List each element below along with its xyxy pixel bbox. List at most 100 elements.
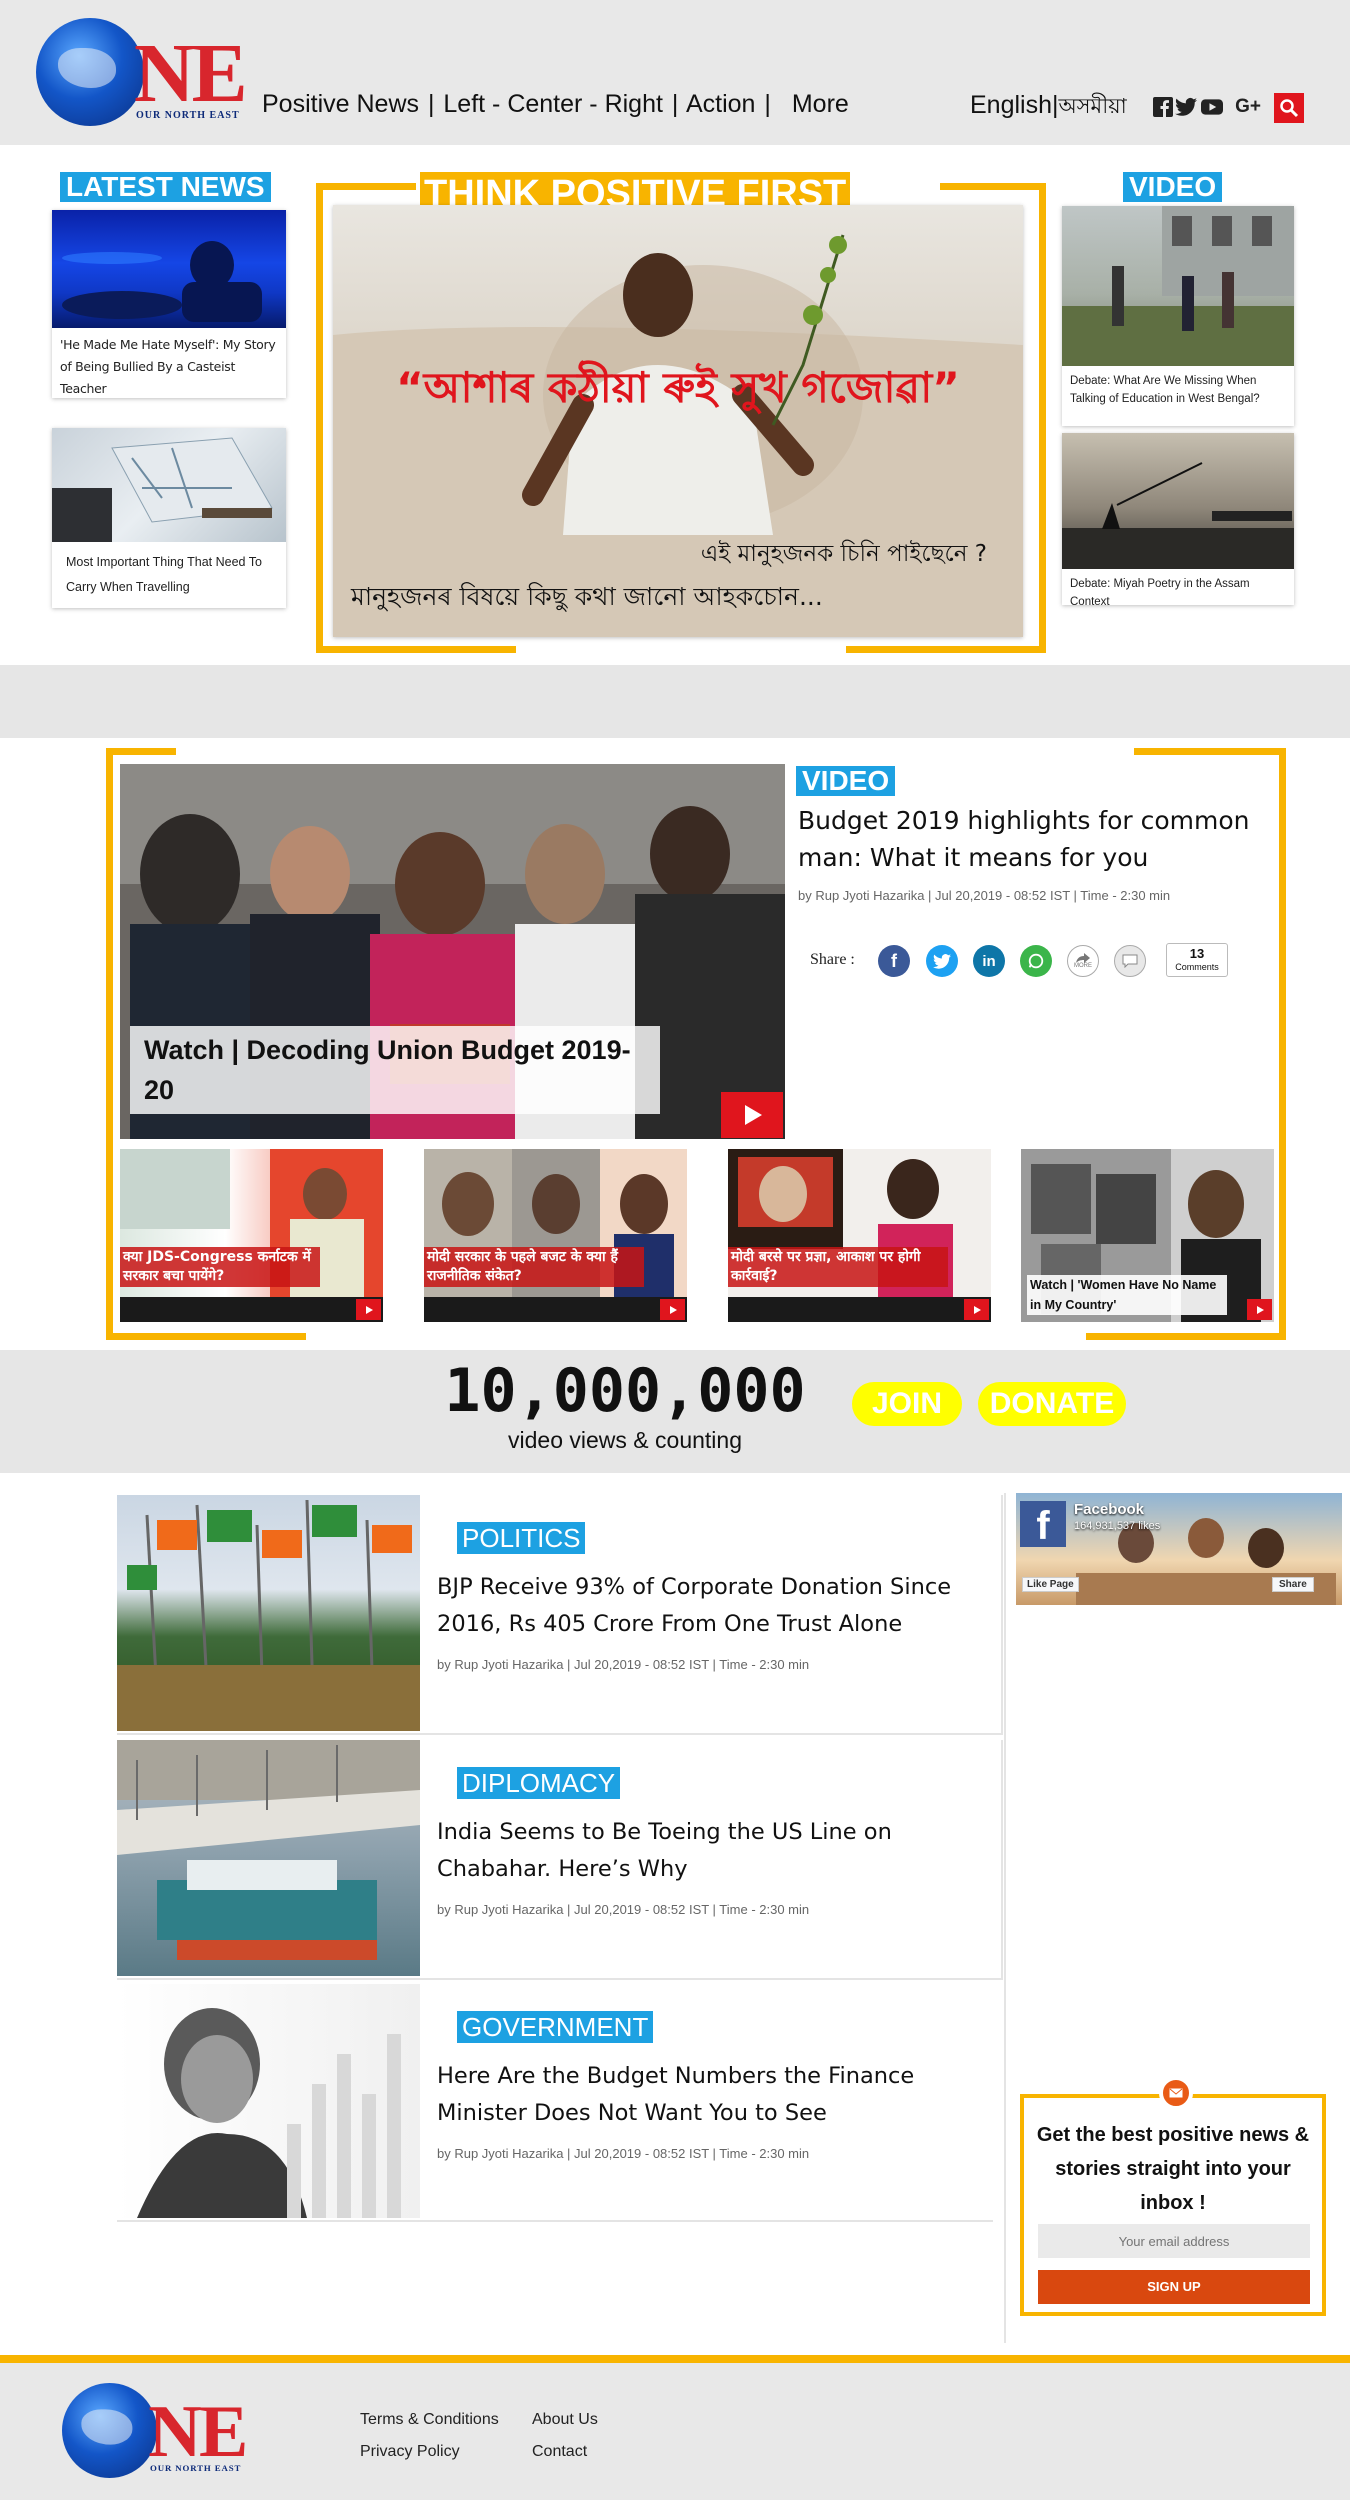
hero-quote: “আশাৰ কঠীয়া ৰুই সুখ গজোৱা” — [396, 363, 960, 412]
video-thumb[interactable]: Watch | 'Women Have No Name in My Countr… — [1021, 1149, 1274, 1322]
video-thumb-caption: मोदी सरकार के पहले बजट के क्या हैं राजनी… — [424, 1247, 644, 1287]
comment-icon[interactable] — [1114, 945, 1146, 977]
share-twitter-icon[interactable] — [926, 945, 958, 977]
article-card[interactable]: GOVERNMENT Here Are the Budget Numbers t… — [117, 1984, 993, 2222]
feature-video-caption: Watch | Decoding Union Budget 2019-20 — [130, 1026, 660, 1114]
article-meta: by Rup Jyoti Hazarika | Jul 20,2019 - 08… — [437, 1657, 810, 1672]
site-logo[interactable]: NE OUR NORTH EAST — [36, 18, 248, 126]
footer-logo[interactable]: NE OUR NORTH EAST — [62, 2383, 248, 2479]
footer-link-about[interactable]: About Us — [532, 2411, 598, 2429]
globe-logo-icon — [36, 18, 144, 126]
mail-icon — [1159, 2076, 1193, 2110]
divider-band — [0, 665, 1350, 738]
article-meta: by Rup Jyoti Hazarika | Jul 20,2019 - 08… — [437, 1902, 810, 1917]
video-side-title[interactable]: Debate: Miyah Poetry in the Assam Contex… — [1070, 575, 1290, 611]
play-icon[interactable] — [1247, 1299, 1272, 1320]
facebook-icon[interactable] — [1152, 96, 1174, 118]
video-thumb-caption: Watch | 'Women Have No Name in My Countr… — [1027, 1275, 1227, 1315]
latest-item-image — [52, 428, 286, 542]
article-title[interactable]: Here Are the Budget Numbers the Finance … — [437, 2058, 987, 2132]
footer: NE OUR NORTH EAST Terms & Conditions Abo… — [0, 2355, 1350, 2500]
share-more-label: MORE — [1074, 963, 1092, 969]
feature-frame — [1134, 748, 1286, 755]
google-plus-icon[interactable]: G+ — [1231, 96, 1265, 118]
article-card[interactable]: POLITICS BJP Receive 93% of Corporate Do… — [117, 1495, 1003, 1735]
latest-item-image — [52, 210, 286, 328]
facebook-widget[interactable]: f Facebook 164,931,537 likes Like Page S… — [1016, 1493, 1342, 1605]
share-whatsapp-icon[interactable] — [1020, 945, 1052, 977]
feature-meta: by Rup Jyoti Hazarika | Jul 20,2019 - 08… — [798, 888, 1171, 903]
hero-frame — [316, 183, 323, 653]
logo-tagline: OUR NORTH EAST — [136, 110, 240, 121]
fb-page-name[interactable]: Facebook — [1074, 1501, 1144, 1518]
footer-link-terms[interactable]: Terms & Conditions — [360, 2411, 499, 2429]
lang-assamese[interactable]: অসমীয়া — [1059, 95, 1127, 118]
play-button[interactable] — [721, 1092, 783, 1138]
play-icon[interactable] — [356, 1299, 381, 1320]
article-category[interactable]: GOVERNMENT — [457, 2011, 654, 2043]
video-side-item[interactable]: Debate: What Are We Missing When Talking… — [1062, 206, 1294, 426]
hero-line3: মানুহজনৰ বিষয়ে কিছু কথা জানো আহকচোন... — [351, 582, 823, 611]
twitter-icon[interactable] — [1175, 96, 1197, 118]
thumb-bar — [120, 1297, 383, 1322]
lang-english[interactable]: English — [970, 91, 1052, 119]
nav-action[interactable]: Action — [686, 90, 755, 118]
newsletter-box: Get the best positive news & stories str… — [1020, 2076, 1326, 2316]
facebook-icon: f — [1020, 1501, 1066, 1548]
views-caption: video views & counting — [508, 1427, 742, 1453]
main-nav: Positive News | Left - Center - Right | … — [262, 90, 851, 119]
share-label: Share : — [810, 951, 855, 968]
video-side-label: VIDEO — [1123, 172, 1223, 202]
play-icon[interactable] — [660, 1299, 685, 1320]
nav-more[interactable]: More — [792, 90, 849, 118]
article-title[interactable]: BJP Receive 93% of Corporate Donation Si… — [437, 1569, 987, 1643]
donate-button[interactable]: DONATE — [978, 1382, 1126, 1426]
views-counter: 10,000,000 — [444, 1356, 806, 1426]
thumb-bar — [728, 1297, 991, 1322]
latest-item-title[interactable]: 'He Made Me Hate Myself': My Story of Be… — [60, 334, 280, 400]
latest-item[interactable]: 'He Made Me Hate Myself': My Story of Be… — [52, 210, 286, 398]
youtube-icon[interactable] — [1201, 96, 1223, 118]
video-thumb[interactable]: मोदी बरसे पर प्रज्ञा, आकाश पर होगी कार्र… — [728, 1149, 991, 1322]
feature-frame — [1279, 748, 1286, 1340]
sidebar-divider — [1004, 1493, 1006, 2343]
latest-item[interactable]: Most Important Thing That Need To Carry … — [52, 428, 286, 608]
footer-link-contact[interactable]: Contact — [532, 2443, 587, 2461]
latest-item-title[interactable]: Most Important Thing That Need To Carry … — [66, 550, 280, 600]
article-category[interactable]: POLITICS — [457, 1522, 586, 1554]
nav-separator: | — [427, 90, 435, 118]
feature-title[interactable]: Budget 2019 highlights for common man: W… — [798, 802, 1278, 876]
video-side-item[interactable]: Debate: Miyah Poetry in the Assam Contex… — [1062, 433, 1294, 608]
article-image — [117, 1984, 420, 2218]
hero-frame — [940, 183, 1046, 190]
hero-frame — [316, 183, 416, 190]
nav-positive-news[interactable]: Positive News — [262, 90, 419, 118]
article-card[interactable]: DIPLOMACY India Seems to Be Toeing the U… — [117, 1740, 1003, 1980]
search-button[interactable] — [1274, 93, 1304, 123]
play-icon[interactable] — [964, 1299, 989, 1320]
article-meta: by Rup Jyoti Hazarika | Jul 20,2019 - 08… — [437, 2146, 810, 2161]
share-linkedin-icon[interactable]: in — [973, 945, 1005, 977]
join-button[interactable]: JOIN — [852, 1382, 962, 1426]
video-side-image — [1062, 206, 1294, 366]
comments-label: Comments — [1175, 962, 1219, 972]
hero-banner[interactable]: “আশাৰ কঠীয়া ৰুই সুখ গজোৱা” এই মানুহজনক … — [333, 205, 1023, 637]
fb-like-page-button[interactable]: Like Page — [1022, 1577, 1079, 1592]
feature-video-player[interactable]: Watch | Decoding Union Budget 2019-20 — [120, 764, 785, 1139]
share-more-icon[interactable]: MORE — [1067, 945, 1099, 977]
video-thumb[interactable]: क्या JDS-Congress कर्नाटक में सरकार बचा … — [120, 1149, 383, 1322]
article-title[interactable]: India Seems to Be Toeing the US Line on … — [437, 1814, 987, 1888]
fb-share-button[interactable]: Share — [1272, 1577, 1314, 1592]
play-icon — [745, 1105, 762, 1125]
footer-link-privacy[interactable]: Privacy Policy — [360, 2443, 460, 2461]
video-thumb[interactable]: मोदी सरकार के पहले बजट के क्या हैं राजनी… — [424, 1149, 687, 1322]
newsletter-email-input[interactable] — [1038, 2224, 1310, 2258]
video-side-title[interactable]: Debate: What Are We Missing When Talking… — [1070, 372, 1290, 408]
comments-counter[interactable]: 13 Comments — [1166, 943, 1228, 977]
nav-left-center-right[interactable]: Left - Center - Right — [443, 90, 663, 118]
feature-frame — [106, 748, 176, 755]
share-facebook-icon[interactable]: f — [878, 945, 910, 977]
article-category[interactable]: DIPLOMACY — [457, 1767, 621, 1799]
video-thumb-caption: मोदी बरसे पर प्रज्ञा, आकाश पर होगी कार्र… — [728, 1247, 948, 1287]
signup-button[interactable]: SIGN UP — [1038, 2270, 1310, 2304]
